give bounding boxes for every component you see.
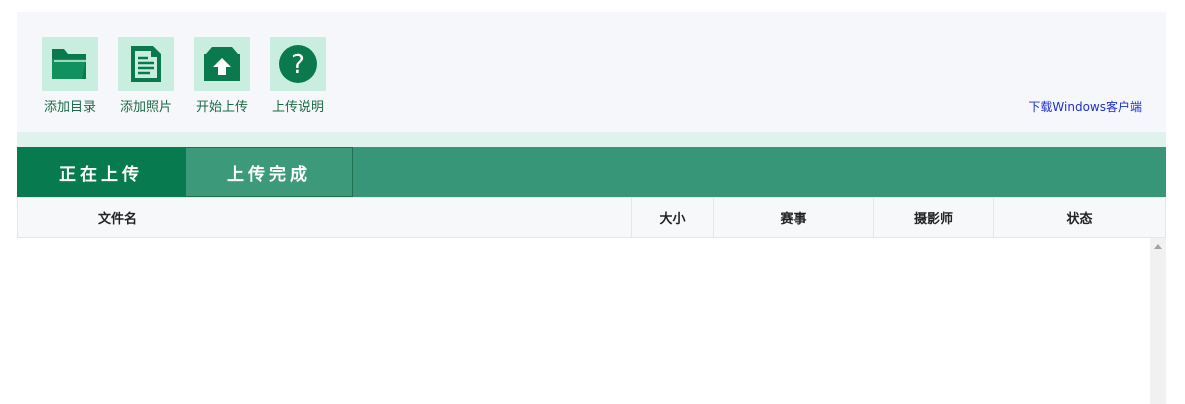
svg-text:?: ? <box>291 50 305 80</box>
add-photo-label: 添加照片 <box>119 100 172 115</box>
upload-file-list <box>17 238 1166 404</box>
column-header-photographer[interactable]: 摄影师 <box>874 198 994 237</box>
upload-help-button[interactable]: ? 上传说明 <box>263 37 333 115</box>
column-header-size[interactable]: 大小 <box>632 198 714 237</box>
start-upload-button[interactable]: 开始上传 <box>187 37 257 115</box>
scroll-up-arrow-icon[interactable] <box>1154 244 1162 249</box>
upload-icon <box>194 37 250 91</box>
column-header-filename[interactable]: 文件名 <box>18 198 632 237</box>
add-photo-button[interactable]: 添加照片 <box>111 37 181 115</box>
vertical-scrollbar[interactable] <box>1150 238 1166 404</box>
add-folder-button[interactable]: 添加目录 <box>35 37 105 115</box>
column-header-status[interactable]: 状态 <box>994 198 1165 237</box>
tab-upload-complete[interactable]: 上传完成 <box>185 147 353 197</box>
download-windows-client-link[interactable]: 下载Windows客户端 <box>1028 98 1142 115</box>
start-upload-label: 开始上传 <box>195 100 248 115</box>
column-header-event[interactable]: 赛事 <box>714 198 874 237</box>
folder-open-icon <box>42 37 98 91</box>
tab-bar: 正在上传 上传完成 <box>17 147 1166 197</box>
document-icon <box>118 37 174 91</box>
upload-help-label: 上传说明 <box>271 100 324 115</box>
toolbar-divider <box>17 132 1166 147</box>
add-folder-label: 添加目录 <box>43 100 96 115</box>
tab-uploading[interactable]: 正在上传 <box>17 147 185 197</box>
toolbar: 添加目录 添加照片 开始上传 ? 上传说明 下载Windows客户端 <box>17 12 1166 132</box>
table-header: 文件名 大小 赛事 摄影师 状态 <box>17 197 1166 238</box>
help-icon: ? <box>270 37 326 91</box>
